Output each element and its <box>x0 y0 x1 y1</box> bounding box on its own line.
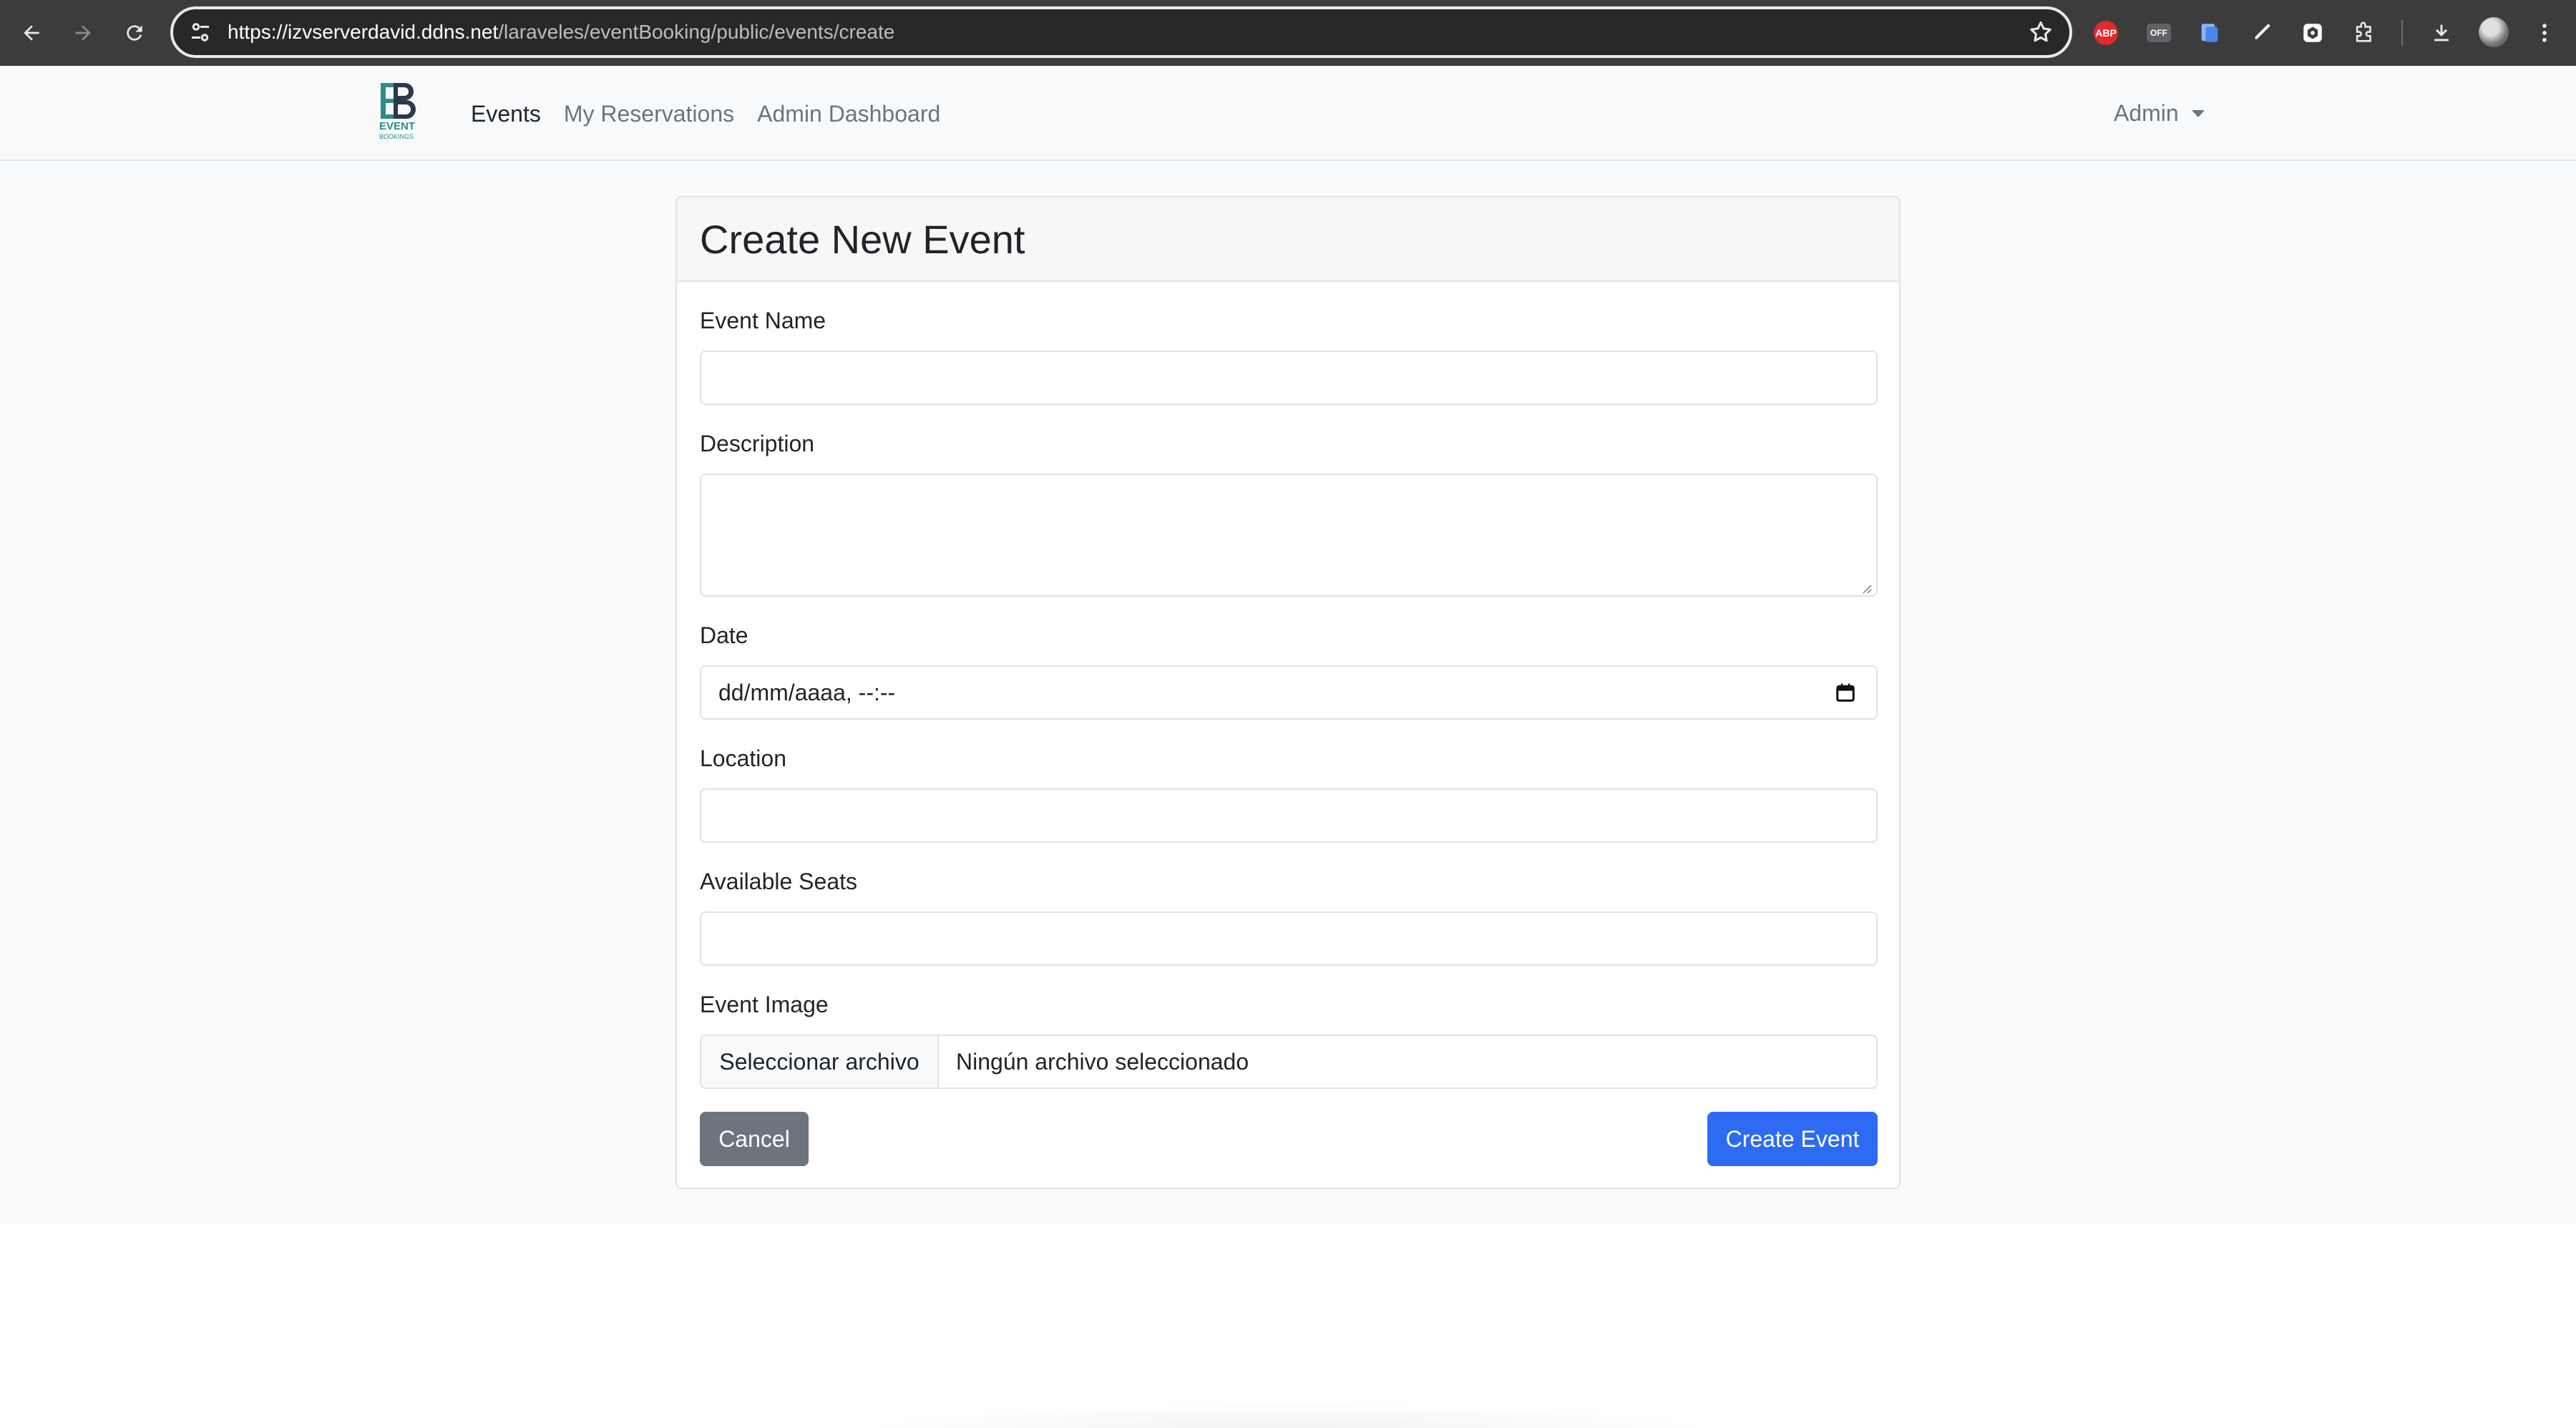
event-image-label: Event Image <box>700 992 829 1017</box>
no-file-text: Ningún archivo seleccionado <box>956 1049 1249 1075</box>
eyedropper-extension-icon[interactable] <box>2247 19 2275 47</box>
calendar-icon[interactable] <box>1835 681 1856 704</box>
available-seats-input[interactable] <box>700 911 1878 966</box>
create-event-button[interactable]: Create Event <box>1707 1112 1878 1166</box>
kebab-menu-icon[interactable] <box>2530 19 2559 47</box>
download-icon[interactable] <box>2427 19 2456 47</box>
choose-file-button[interactable]: Seleccionar archivo <box>701 1036 939 1087</box>
location-input[interactable] <box>700 788 1878 843</box>
event-name-input[interactable] <box>700 351 1878 405</box>
reload-icon[interactable] <box>117 16 152 50</box>
nav-link-my-reservations[interactable]: My Reservations <box>564 99 734 128</box>
user-name: Admin <box>2114 100 2179 126</box>
app-navbar: EVENT BOOKINGS Events My Reservations Ad… <box>0 66 2576 161</box>
brand-line2: BOOKINGS <box>379 133 414 140</box>
caret-down-icon <box>2191 109 2205 117</box>
date-placeholder: dd/mm/aaaa, --:-- <box>718 680 896 705</box>
description-textarea[interactable] <box>700 474 1878 597</box>
toolbar-divider <box>2401 20 2403 46</box>
profile-avatar[interactable] <box>2479 17 2509 47</box>
off-extension-icon[interactable]: OFF <box>2147 24 2171 42</box>
cancel-button[interactable]: Cancel <box>700 1112 809 1166</box>
card-header: Create New Event <box>677 197 1899 282</box>
nav-link-admin-dashboard[interactable]: Admin Dashboard <box>757 99 940 128</box>
create-event-card: Create New Event Event Name Description … <box>675 196 1901 1189</box>
off-label: OFF <box>2150 28 2167 38</box>
event-name-label: Event Name <box>700 308 826 333</box>
user-dropdown[interactable]: Admin <box>2114 66 2205 161</box>
date-input[interactable]: dd/mm/aaaa, --:-- <box>700 665 1878 720</box>
resize-grip-icon[interactable] <box>1860 582 1872 594</box>
brand-line1: EVENT <box>379 120 416 132</box>
page-bottom-shadow <box>859 1402 1717 1428</box>
adblock-extension-icon[interactable]: ABP <box>2094 21 2118 45</box>
eb-logo-icon <box>381 83 416 119</box>
location-label: Location <box>700 745 786 771</box>
brand-logo[interactable]: EVENT BOOKINGS <box>378 82 421 142</box>
bookmark-star-icon[interactable] <box>2028 19 2054 45</box>
url-host: https://izvserverdavid.ddns.net <box>228 21 499 43</box>
back-icon[interactable] <box>14 16 49 50</box>
nav-link-events[interactable]: Events <box>471 99 541 128</box>
browser-toolbar: https://izvserverdavid.ddns.net/laravele… <box>0 0 2576 66</box>
url-text[interactable]: https://izvserverdavid.ddns.net/laravele… <box>228 9 894 55</box>
available-seats-label: Available Seats <box>700 869 857 894</box>
nav-links: Events My Reservations Admin Dashboard <box>471 66 963 161</box>
abp-label: ABP <box>2095 27 2117 39</box>
address-bar[interactable]: https://izvserverdavid.ddns.net/laravele… <box>170 6 2072 58</box>
page-title: Create New Event <box>700 216 1025 262</box>
event-image-file-input[interactable]: Seleccionar archivo Ningún archivo selec… <box>700 1035 1878 1089</box>
puzzle-extensions-icon[interactable] <box>2350 19 2379 47</box>
date-label: Date <box>700 622 748 648</box>
description-label: Description <box>700 431 815 456</box>
forward-icon[interactable] <box>66 16 100 50</box>
url-path: /laraveles/eventBooking/public/events/cr… <box>498 21 895 43</box>
site-settings-icon[interactable] <box>187 19 213 45</box>
document-extension-icon[interactable] <box>2195 19 2224 47</box>
shield-extension-icon[interactable] <box>2298 19 2327 47</box>
